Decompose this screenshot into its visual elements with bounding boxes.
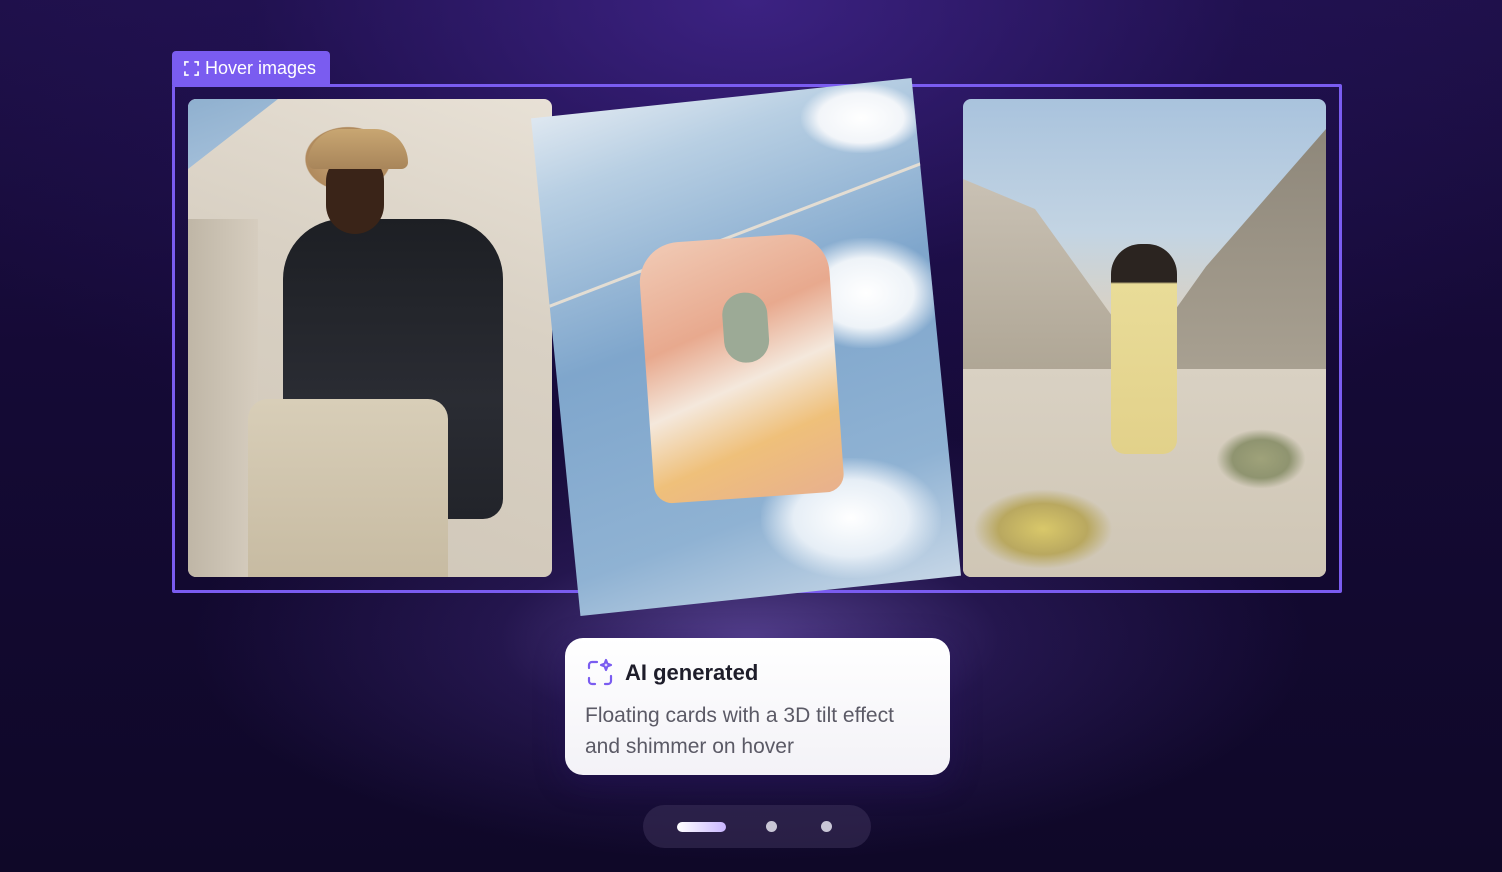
carousel-pager xyxy=(643,805,871,848)
image-card-man[interactable] xyxy=(188,99,552,577)
pager-dot-3[interactable] xyxy=(821,821,832,832)
frame-label-tag[interactable]: Hover images xyxy=(172,51,331,85)
frame-label-text: Hover images xyxy=(205,57,317,78)
frame-select-icon xyxy=(184,60,199,76)
info-title: AI generated xyxy=(625,660,759,685)
info-description: Floating cards with a 3D tilt effect and… xyxy=(585,704,894,758)
image-card-shirt-tilted[interactable] xyxy=(531,78,961,616)
pager-dot-2[interactable] xyxy=(766,821,777,832)
pager-dot-active[interactable] xyxy=(677,821,726,832)
image-card-desert[interactable] xyxy=(963,99,1326,577)
info-card: AI generated Floating cards with a 3D ti… xyxy=(565,638,950,775)
ai-sparkle-icon xyxy=(587,658,613,686)
